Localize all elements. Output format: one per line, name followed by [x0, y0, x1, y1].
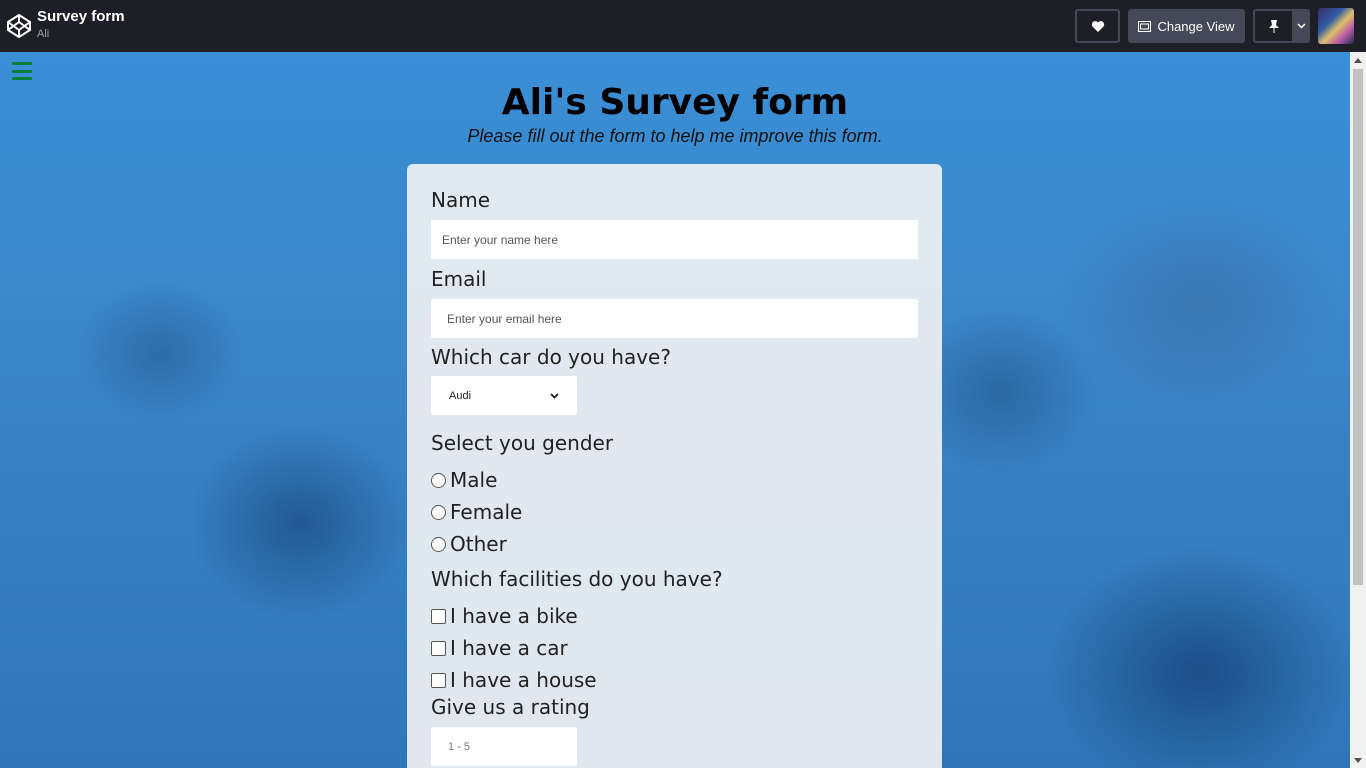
facility-checkbox[interactable] — [431, 672, 446, 688]
layout-icon — [1138, 20, 1152, 32]
gender-option[interactable]: Other — [431, 532, 507, 556]
gender-radio[interactable] — [431, 504, 446, 520]
love-button[interactable] — [1075, 9, 1120, 43]
gender-option-label: Female — [450, 500, 523, 524]
top-bar: Survey form Ali Change View — [0, 0, 1366, 52]
rating-placeholder: 1 - 5 — [448, 740, 471, 753]
facility-option[interactable]: I have a car — [431, 636, 568, 660]
facility-option[interactable]: I have a bike — [431, 604, 578, 628]
gender-option[interactable]: Female — [431, 500, 522, 524]
rating-label: Give us a rating — [431, 695, 590, 719]
car-label: Which car do you have? — [431, 345, 671, 369]
heart-icon — [1091, 20, 1104, 32]
facility-checkbox[interactable] — [431, 608, 446, 624]
gender-label: Select you gender — [431, 431, 614, 455]
pen-owner[interactable]: Ali — [37, 29, 125, 40]
page-description: Please fill out the form to help me impr… — [467, 126, 883, 146]
pen-title[interactable]: Survey form — [37, 8, 125, 25]
email-placeholder: Enter your email here — [447, 311, 562, 326]
facility-option-label: I have a car — [450, 636, 568, 660]
scrollbar[interactable] — [1350, 52, 1366, 768]
avatar[interactable] — [1318, 8, 1354, 44]
page-title: Ali's Survey form — [501, 82, 849, 123]
gender-option-label: Male — [450, 468, 498, 492]
name-label: Name — [431, 188, 491, 212]
chevron-down-icon — [1296, 23, 1306, 29]
pin-menu-button[interactable] — [1292, 9, 1310, 43]
change-view-button[interactable]: Change View — [1128, 9, 1245, 43]
hamburger-menu-icon[interactable] — [12, 62, 32, 80]
car-select[interactable]: Audi — [431, 376, 577, 415]
facility-option-label: I have a house — [450, 668, 597, 692]
change-view-label: Change View — [1157, 18, 1235, 34]
email-label: Email — [431, 267, 487, 291]
pen-title-block: Survey form Ali — [37, 9, 125, 40]
facility-checkbox[interactable] — [431, 640, 446, 656]
rating-input[interactable]: 1 - 5 — [431, 727, 577, 766]
scrollbar-thumb[interactable] — [1353, 69, 1363, 585]
pin-button[interactable] — [1253, 9, 1293, 43]
name-input[interactable]: Enter your name here — [431, 220, 918, 259]
survey-form: Name Enter your name here Email Enter yo… — [407, 164, 942, 768]
facility-option[interactable]: I have a house — [431, 668, 597, 692]
pin-icon — [1269, 20, 1279, 33]
codepen-logo-icon[interactable] — [6, 13, 32, 39]
gender-radio[interactable] — [431, 536, 446, 552]
preview-frame: Ali's Survey form Please fill out the fo… — [0, 52, 1350, 768]
name-placeholder: Enter your name here — [442, 232, 559, 247]
scroll-up-arrow-icon[interactable] — [1350, 52, 1366, 68]
chevron-down-icon — [550, 392, 559, 399]
facility-option-label: I have a bike — [450, 604, 578, 628]
facilities-label: Which facilities do you have? — [431, 567, 723, 591]
gender-radio[interactable] — [431, 472, 446, 488]
car-selected-value: Audi — [449, 389, 472, 402]
scroll-down-arrow-icon[interactable] — [1350, 752, 1366, 768]
gender-option-label: Other — [450, 532, 507, 556]
gender-option[interactable]: Male — [431, 468, 497, 492]
email-input[interactable]: Enter your email here — [431, 299, 918, 338]
